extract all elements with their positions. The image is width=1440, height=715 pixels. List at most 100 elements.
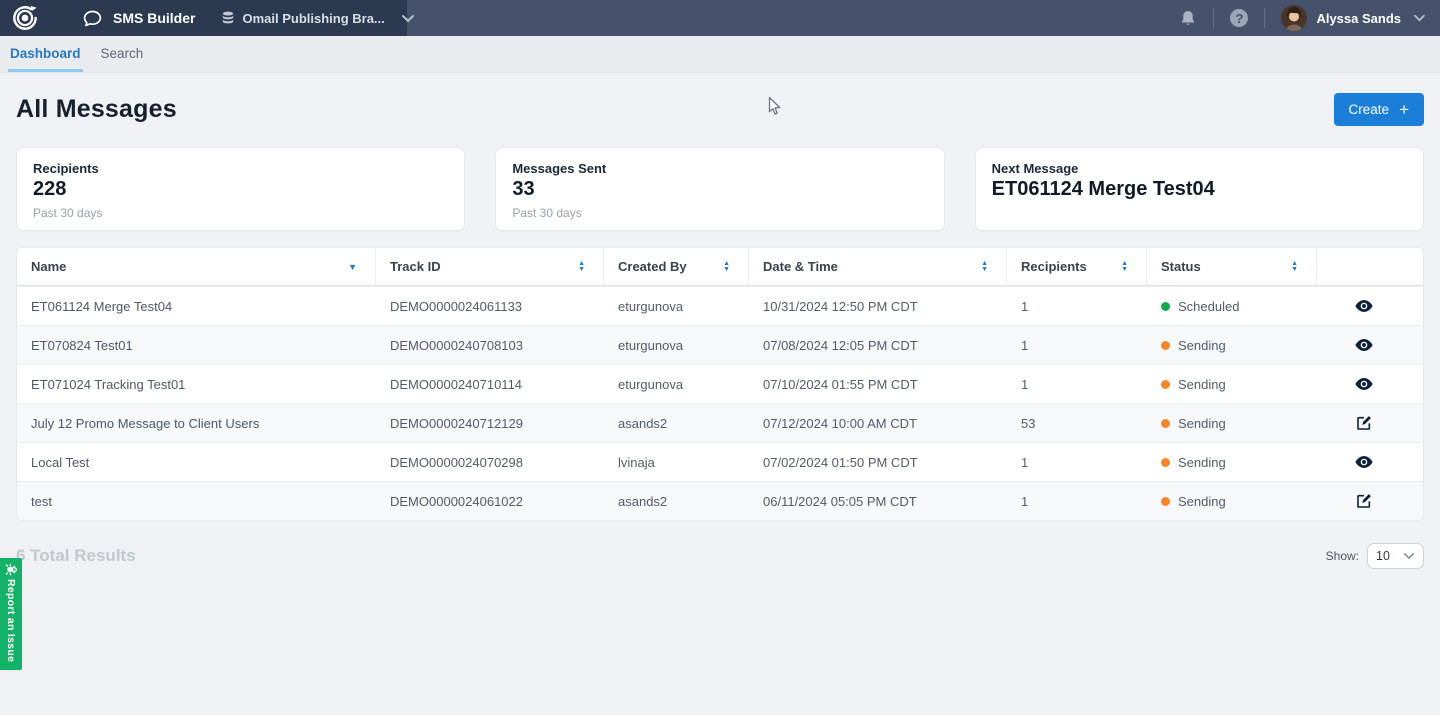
app-logo-icon[interactable] [12,5,38,31]
navbar-right-section: ? Alyssa Sands [1179,0,1440,36]
cell-actions [1317,413,1423,433]
status-label: Sending [1178,416,1226,431]
status-dot [1161,302,1170,311]
column-header-name[interactable]: Name ▼ [17,248,376,285]
cell-status: Sending [1147,338,1317,353]
sort-desc-icon[interactable]: ▼ [348,262,357,272]
table-row[interactable]: ET070824 Test01 DEMO0000240708103 eturgu… [17,325,1423,364]
status-label: Sending [1178,338,1226,353]
edit-icon [1356,415,1372,431]
view-message-button[interactable] [1353,297,1375,315]
chevron-down-icon [1403,552,1415,560]
table-header-row: Name ▼ Track ID ▲▼ Created By ▲▼ Date & … [17,248,1423,286]
card-caption: Past 30 days [512,206,927,220]
navbar-left-section: SMS Builder Omail Publishing Bra... [0,0,407,36]
user-chevron-down-icon[interactable] [1413,14,1426,22]
edit-message-button[interactable] [1354,413,1374,433]
top-navbar: SMS Builder Omail Publishing Bra... [0,0,1440,36]
cell-recipients: 1 [1007,494,1147,509]
column-header-status[interactable]: Status ▲▼ [1147,248,1317,285]
column-header-created-by[interactable]: Created By ▲▼ [604,248,749,285]
list-footer: 6 Total Results Show: 10 [16,543,1424,569]
cell-date-time: 07/02/2024 01:50 PM CDT [749,455,1007,470]
sort-icon[interactable]: ▲▼ [578,261,585,273]
plus-icon: + [1399,103,1409,116]
column-header-track-id[interactable]: Track ID ▲▼ [376,248,604,285]
database-icon [221,11,235,26]
table-row[interactable]: July 12 Promo Message to Client Users DE… [17,403,1423,442]
help-icon[interactable]: ? [1230,9,1248,27]
status-label: Scheduled [1178,299,1239,314]
table-row[interactable]: Local Test DEMO0000024070298 lvinaja 07/… [17,442,1423,481]
cell-name: test [17,494,376,509]
cell-recipients: 1 [1007,338,1147,353]
notification-bell-icon[interactable] [1179,9,1197,28]
cell-track-id: DEMO0000024061133 [376,299,604,314]
card-label: Next Message [992,161,1407,176]
status-dot [1161,341,1170,350]
edit-message-button[interactable] [1354,491,1374,511]
column-header-label: Date & Time [763,259,838,274]
page-size-value: 10 [1376,549,1390,563]
tab-bar: Dashboard Search [0,36,1440,73]
table-row[interactable]: ET071024 Tracking Test01 DEMO00002407101… [17,364,1423,403]
status-label: Sending [1178,494,1226,509]
navbar-divider [1264,8,1265,28]
sort-icon[interactable]: ▲▼ [1121,261,1128,273]
app-title: SMS Builder [113,10,195,26]
tab-search[interactable]: Search [99,36,146,72]
view-message-button[interactable] [1353,375,1375,393]
stat-cards: Recipients 228 Past 30 days Messages Sen… [16,147,1424,231]
view-message-button[interactable] [1353,453,1375,471]
user-avatar[interactable] [1281,5,1307,31]
card-label: Messages Sent [512,161,927,176]
cell-status: Sending [1147,416,1317,431]
card-value: 33 [512,178,927,201]
total-results: 6 Total Results [16,546,136,566]
brand-selector-label[interactable]: Omail Publishing Bra... [242,11,384,26]
tab-dashboard[interactable]: Dashboard [8,36,83,72]
sort-icon[interactable]: ▲▼ [981,261,988,273]
column-header-label: Track ID [390,259,441,274]
page-size-control: Show: 10 [1326,543,1424,569]
main-content: All Messages Create + Recipients 228 Pas… [0,93,1440,569]
status-label: Sending [1178,377,1226,392]
column-header-label: Name [31,259,66,274]
cell-date-time: 07/10/2024 01:55 PM CDT [749,377,1007,392]
next-message-card: Next Message ET061124 Merge Test04 [975,147,1424,231]
report-issue-tab[interactable]: Report an Issue [0,558,22,670]
column-header-recipients[interactable]: Recipients ▲▼ [1007,248,1147,285]
cell-created-by: eturgunova [604,299,749,314]
card-label: Recipients [33,161,448,176]
cell-actions [1317,491,1423,511]
status-dot [1161,419,1170,428]
show-label: Show: [1326,549,1359,563]
cell-created-by: lvinaja [604,455,749,470]
create-button-label: Create [1349,102,1390,117]
cell-created-by: eturgunova [604,377,749,392]
create-button[interactable]: Create + [1334,93,1424,126]
table-row[interactable]: ET061124 Merge Test04 DEMO0000024061133 … [17,286,1423,325]
cell-actions [1317,453,1423,471]
brand-chevron-down-icon[interactable] [401,14,415,23]
chat-bubble-icon [82,8,103,29]
edit-icon [1356,493,1372,509]
view-message-button[interactable] [1353,336,1375,354]
sort-icon[interactable]: ▲▼ [1291,261,1298,273]
table-row[interactable]: test DEMO0000024061022 asands2 06/11/202… [17,481,1423,520]
navbar-divider [1213,8,1214,28]
page-header: All Messages Create + [16,93,1424,126]
sort-icon[interactable]: ▲▼ [723,261,730,273]
report-issue-label: Report an Issue [5,579,17,662]
page-size-select[interactable]: 10 [1367,543,1424,569]
cell-created-by: eturgunova [604,338,749,353]
cell-date-time: 07/12/2024 10:00 AM CDT [749,416,1007,431]
user-name[interactable]: Alyssa Sands [1316,11,1401,26]
column-header-label: Created By [618,259,687,274]
cell-date-time: 07/08/2024 12:05 PM CDT [749,338,1007,353]
column-header-date-time[interactable]: Date & Time ▲▼ [749,248,1007,285]
cell-date-time: 06/11/2024 05:05 PM CDT [749,494,1007,509]
status-dot [1161,380,1170,389]
cell-date-time: 10/31/2024 12:50 PM CDT [749,299,1007,314]
cell-actions [1317,336,1423,354]
